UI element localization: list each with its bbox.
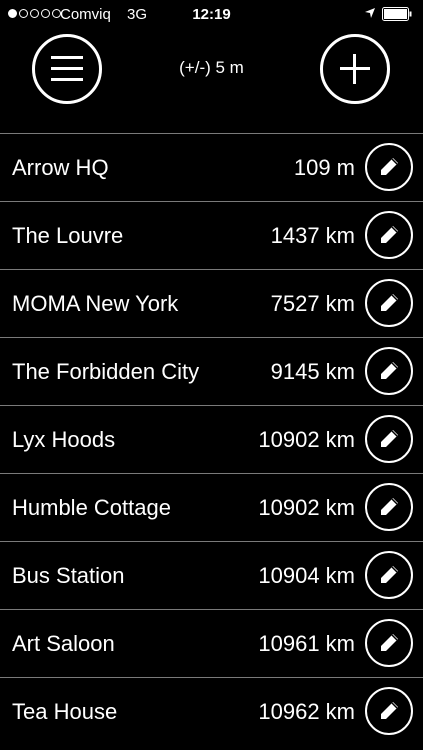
pencil-icon bbox=[381, 702, 398, 719]
place-distance: 10962 km bbox=[258, 699, 355, 724]
edit-button[interactable] bbox=[365, 687, 413, 735]
place-row[interactable]: Tea House 10962 km bbox=[0, 677, 423, 745]
place-row[interactable]: Arrow HQ 109 m bbox=[0, 133, 423, 201]
place-name: Bus Station bbox=[12, 563, 125, 588]
status-bar: Comviq 3G 12:19 bbox=[0, 0, 423, 30]
edit-button[interactable] bbox=[365, 619, 413, 667]
place-row[interactable]: The Louvre 1437 km bbox=[0, 201, 423, 269]
edit-button[interactable] bbox=[365, 279, 413, 327]
place-name: Lyx Hoods bbox=[12, 427, 116, 452]
edit-button[interactable] bbox=[365, 551, 413, 599]
place-distance: 10904 km bbox=[258, 563, 355, 588]
place-row[interactable]: MOMA New York 7527 km bbox=[0, 269, 423, 337]
place-name: Art Saloon bbox=[12, 631, 115, 656]
pencil-icon bbox=[381, 294, 398, 311]
place-row[interactable]: The Forbidden City 9145 km bbox=[0, 337, 423, 405]
places-list: Arrow HQ 109 m The Louvre 1437 km MOMA N… bbox=[0, 133, 423, 745]
place-distance: 9145 km bbox=[270, 359, 355, 384]
place-name: Humble Cottage bbox=[12, 495, 171, 520]
edit-button[interactable] bbox=[365, 483, 413, 531]
place-name: The Louvre bbox=[12, 223, 124, 248]
add-place-button[interactable] bbox=[320, 34, 390, 104]
battery-icon bbox=[382, 7, 412, 21]
place-row[interactable]: Bus Station 10904 km bbox=[0, 541, 423, 609]
pencil-icon bbox=[381, 430, 398, 447]
place-distance: 1437 km bbox=[270, 223, 355, 248]
pencil-icon bbox=[381, 566, 398, 583]
place-name: Tea House bbox=[12, 699, 118, 724]
pencil-icon bbox=[381, 498, 398, 515]
pencil-icon bbox=[381, 226, 398, 243]
status-time: 12:19 bbox=[192, 6, 231, 23]
place-distance: 10902 km bbox=[258, 495, 355, 520]
place-name: Arrow HQ bbox=[12, 155, 109, 180]
place-distance: 10961 km bbox=[258, 631, 355, 656]
place-name: MOMA New York bbox=[12, 291, 179, 316]
edit-button[interactable] bbox=[365, 143, 413, 191]
pencil-icon bbox=[381, 362, 398, 379]
place-distance: 10902 km bbox=[258, 427, 355, 452]
edit-button[interactable] bbox=[365, 211, 413, 259]
place-distance: 109 m bbox=[293, 155, 355, 180]
place-row[interactable]: Humble Cottage 10902 km bbox=[0, 473, 423, 541]
place-distance: 7527 km bbox=[270, 291, 355, 316]
place-row[interactable]: Lyx Hoods 10902 km bbox=[0, 405, 423, 473]
location-arrow-icon bbox=[365, 8, 375, 18]
place-name: The Forbidden City bbox=[12, 359, 200, 384]
edit-button[interactable] bbox=[365, 415, 413, 463]
pencil-icon bbox=[381, 158, 398, 175]
pencil-icon bbox=[381, 634, 398, 651]
place-row[interactable]: Art Saloon 10961 km bbox=[0, 609, 423, 677]
edit-button[interactable] bbox=[365, 347, 413, 395]
